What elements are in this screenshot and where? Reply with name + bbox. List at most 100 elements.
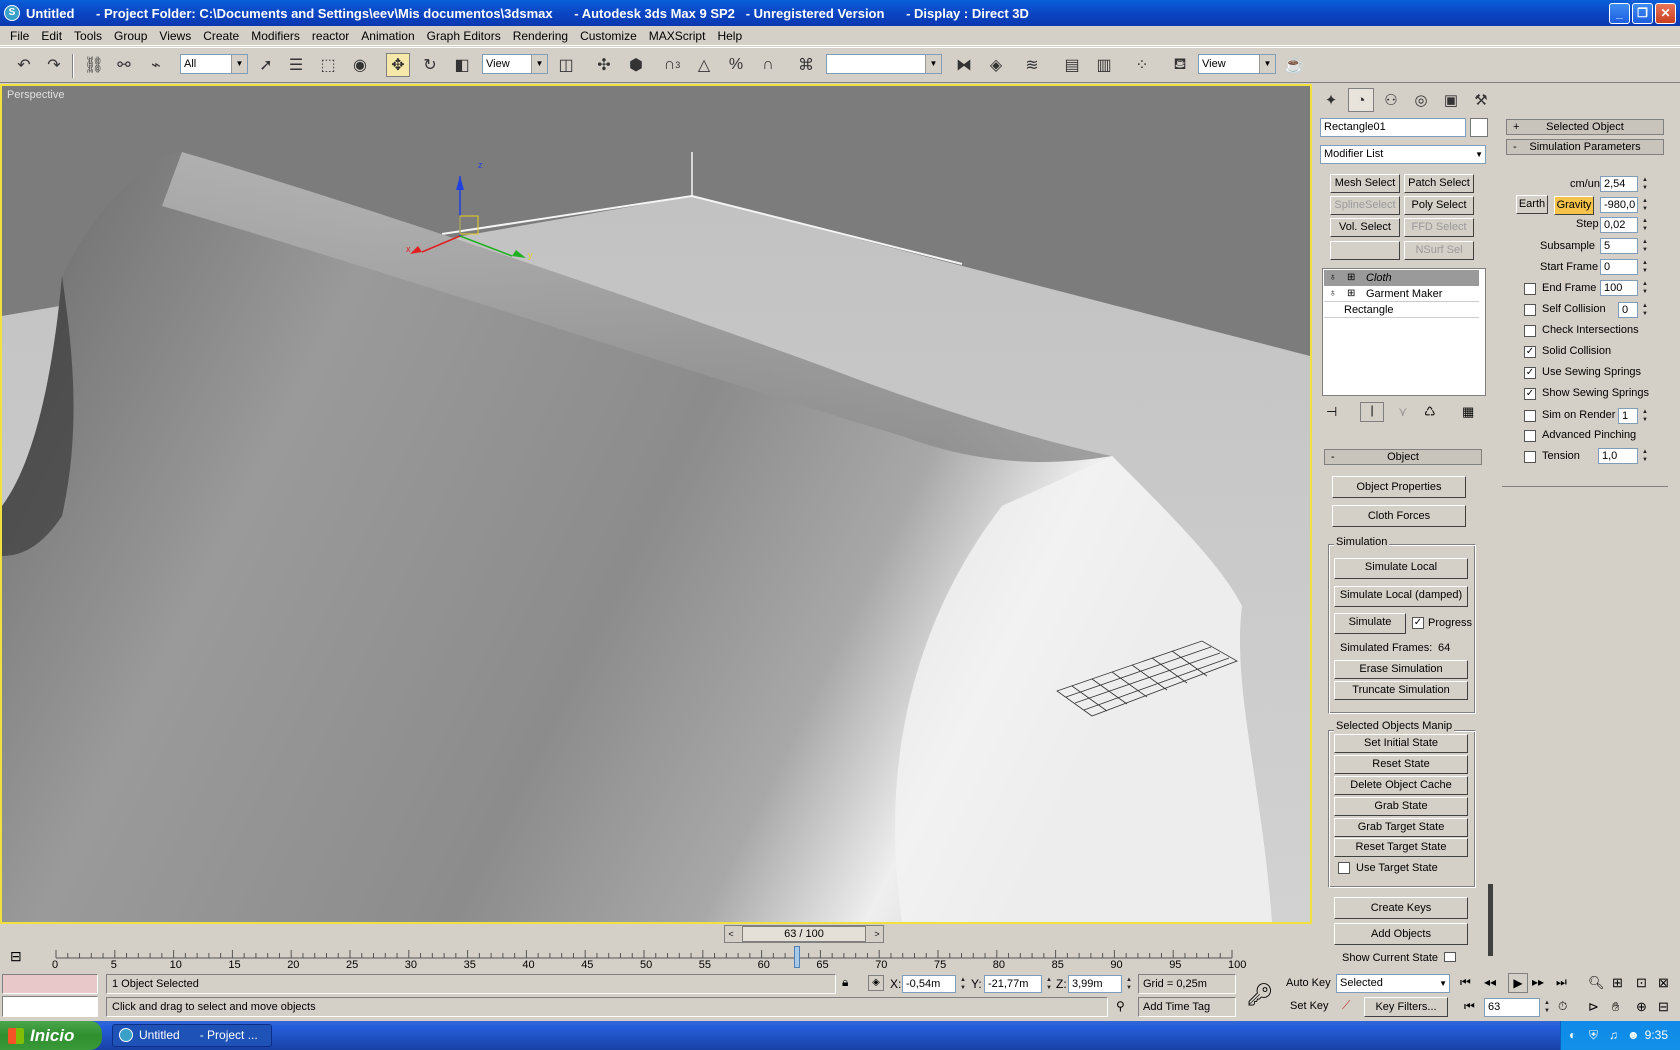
panel-scrollbar[interactable] xyxy=(1488,884,1493,956)
self-collision-field[interactable]: 0 xyxy=(1618,302,1638,318)
menu-help[interactable]: Help xyxy=(711,29,748,43)
auto-key-button[interactable]: Auto Key xyxy=(1286,977,1331,989)
motion-tab-icon[interactable]: ◎ xyxy=(1408,88,1434,112)
gravity-field[interactable]: -980,0 xyxy=(1600,197,1638,213)
default-in-out-tangents-icon[interactable]: ⟋ xyxy=(1342,998,1350,1013)
self-collision-spinner[interactable]: ▲ ▼ xyxy=(1640,302,1650,318)
y-coordinate-field[interactable]: -21,77m xyxy=(984,975,1042,993)
maxscript-listener-pink[interactable] xyxy=(2,974,98,994)
select-by-name-icon[interactable]: ☰ xyxy=(284,53,308,77)
zoom-extents-all-icon[interactable]: ⊠ xyxy=(1658,975,1669,991)
simulate-button[interactable]: Simulate xyxy=(1334,613,1406,634)
named-selection-dropdown[interactable]: ▼ xyxy=(826,54,942,74)
menu-rendering[interactable]: Rendering xyxy=(507,29,574,43)
menu-tools[interactable]: Tools xyxy=(68,29,108,43)
make-unique-icon[interactable]: ⋎ xyxy=(1398,404,1408,420)
grab-target-state-button[interactable]: Grab Target State xyxy=(1334,818,1468,837)
selection-lock-icon[interactable]: 🔒︎ xyxy=(842,975,848,990)
time-slider-thumb[interactable]: 63 / 100 xyxy=(742,926,866,942)
show-sewing-springs-checkbox[interactable]: ✓ xyxy=(1524,388,1536,400)
select-and-rotate-icon[interactable]: ↻ xyxy=(418,53,442,77)
pin-stack-icon[interactable]: ⊣ xyxy=(1326,404,1337,420)
viewport-scene[interactable]: x y z xyxy=(2,86,1310,922)
lightbulb-icon[interactable]: ♁ xyxy=(1329,272,1337,283)
quick-render-teapot-icon[interactable]: ☕ xyxy=(1282,53,1306,77)
selection-filter-dropdown[interactable]: All ▼ xyxy=(180,54,248,74)
z-spinner[interactable]: ▲ ▼ xyxy=(1124,976,1134,992)
menu-reactor[interactable]: reactor xyxy=(306,29,355,43)
self-collision-checkbox[interactable] xyxy=(1524,304,1536,316)
mirror-icon[interactable]: ⧓ xyxy=(952,53,976,77)
selected-object-rollout-header[interactable]: + Selected Object xyxy=(1506,119,1664,135)
previous-frame-arrow-icon[interactable]: < xyxy=(724,925,738,943)
subsample-spinner[interactable]: ▲ ▼ xyxy=(1640,238,1650,254)
object-properties-button[interactable]: Object Properties xyxy=(1332,476,1466,498)
reference-coordinate-dropdown[interactable]: View ▼ xyxy=(482,54,548,74)
percent-snap-icon[interactable]: % xyxy=(724,53,748,77)
next-frame-icon[interactable]: ▸▸ xyxy=(1532,975,1544,989)
x-coordinate-field[interactable]: -0,54m xyxy=(902,975,956,993)
modifier-list-dropdown[interactable]: Modifier List ▼ xyxy=(1320,145,1486,164)
time-configuration-icon[interactable]: ⏱ xyxy=(1558,999,1567,1014)
expand-plus-icon[interactable]: ⊞ xyxy=(1347,288,1355,299)
align-icon[interactable]: ◈ xyxy=(984,53,1008,77)
x-spinner[interactable]: ▲ ▼ xyxy=(958,976,968,992)
restore-button[interactable]: ❐ xyxy=(1632,3,1653,24)
utilities-tab-icon[interactable]: ⚒ xyxy=(1468,88,1494,112)
simulation-parameters-rollout-header[interactable]: - Simulation Parameters xyxy=(1506,139,1664,155)
tension-checkbox[interactable] xyxy=(1524,451,1536,463)
maximize-viewport-icon[interactable]: ⊟ xyxy=(1658,999,1669,1015)
previous-frame-icon[interactable]: ◂◂ xyxy=(1484,975,1496,989)
next-frame-arrow-icon[interactable]: > xyxy=(870,925,884,943)
grab-state-button[interactable]: Grab State xyxy=(1334,797,1468,816)
set-key-button[interactable]: Set Key xyxy=(1290,1000,1329,1012)
select-object-icon[interactable]: ➚ xyxy=(254,53,278,77)
hierarchy-tab-icon[interactable]: ⚇ xyxy=(1378,88,1404,112)
spinner-snap-icon[interactable]: ∩ xyxy=(756,53,780,77)
lightbulb-icon[interactable]: ♁ xyxy=(1329,288,1337,299)
pivot-center-icon[interactable]: ◫ xyxy=(554,53,578,77)
absolute-relative-toggle-icon[interactable]: ◈ xyxy=(868,975,884,991)
start-frame-field[interactable]: 0 xyxy=(1600,259,1638,275)
menu-create[interactable]: Create xyxy=(197,29,245,43)
reset-state-button[interactable]: Reset State xyxy=(1334,755,1468,774)
select-and-scale-icon[interactable]: ◧ xyxy=(450,53,474,77)
tray-network-icon[interactable]: ◐ xyxy=(1569,1021,1576,1050)
menu-edit[interactable]: Edit xyxy=(35,29,68,43)
create-keys-button[interactable]: Create Keys xyxy=(1334,897,1468,919)
sim-on-render-field[interactable]: 1 xyxy=(1618,408,1638,424)
spline-select-button[interactable]: SplineSelect xyxy=(1330,196,1400,215)
gravity-toggle-button[interactable]: Gravity xyxy=(1554,196,1594,215)
arc-rotate-icon[interactable]: ⊕ xyxy=(1636,999,1647,1015)
field-of-view-icon[interactable]: ⊳ xyxy=(1588,999,1599,1015)
solid-collision-checkbox[interactable]: ✓ xyxy=(1524,346,1536,358)
menu-modifiers[interactable]: Modifiers xyxy=(245,29,306,43)
keyboard-shortcut-override-icon[interactable]: ⬢ xyxy=(624,53,648,77)
delete-object-cache-button[interactable]: Delete Object Cache xyxy=(1334,776,1468,795)
cm-unit-spinner[interactable]: ▲ ▼ xyxy=(1640,176,1650,192)
current-frame-field[interactable]: 63 xyxy=(1484,998,1540,1017)
start-button[interactable]: Inicio xyxy=(0,1021,102,1050)
select-and-move-icon[interactable]: ✥ xyxy=(386,53,410,77)
set-initial-state-button[interactable]: Set Initial State xyxy=(1334,734,1468,753)
sim-on-render-spinner[interactable]: ▲ ▼ xyxy=(1640,408,1650,424)
menu-file[interactable]: File xyxy=(4,29,35,43)
subsample-field[interactable]: 5 xyxy=(1600,238,1638,254)
empty-modifier-button[interactable] xyxy=(1330,241,1400,260)
rectangular-selection-icon[interactable]: ⬚ xyxy=(316,53,340,77)
advanced-pinching-checkbox[interactable] xyxy=(1524,430,1536,442)
angle-snap-icon[interactable]: △ xyxy=(692,53,716,77)
time-slider-track[interactable]: < > 63 / 100 xyxy=(0,924,1312,944)
truncate-simulation-button[interactable]: Truncate Simulation xyxy=(1334,681,1468,700)
display-tab-icon[interactable]: ▣ xyxy=(1438,88,1464,112)
sim-on-render-checkbox[interactable] xyxy=(1524,410,1536,422)
menu-customize[interactable]: Customize xyxy=(574,29,643,43)
object-name-field[interactable]: Rectangle01 xyxy=(1320,118,1466,137)
edit-named-selection-icon[interactable]: ⌘ xyxy=(794,53,818,77)
unlink-selection-icon[interactable]: ⚯ xyxy=(112,53,136,77)
menu-animation[interactable]: Animation xyxy=(355,29,420,43)
current-frame-marker[interactable] xyxy=(793,946,800,968)
simulate-local-button[interactable]: Simulate Local xyxy=(1334,558,1468,579)
stack-item-rectangle[interactable]: Rectangle xyxy=(1324,302,1479,318)
zoom-extents-icon[interactable]: ⊡ xyxy=(1636,975,1647,991)
